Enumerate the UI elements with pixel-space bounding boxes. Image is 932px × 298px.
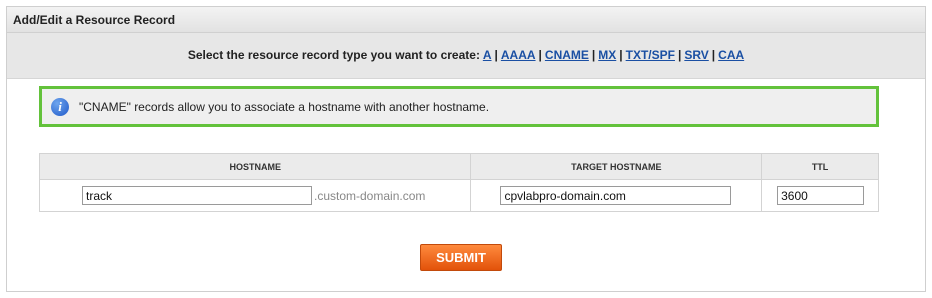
target-hostname-input[interactable] [500, 186, 732, 205]
hostname-cell: .custom-domain.com [38, 179, 472, 212]
type-prompt: Select the resource record type you want… [187, 48, 480, 62]
hostname-suffix: .custom-domain.com [314, 189, 426, 203]
type-link-cname[interactable]: CNAME [545, 48, 589, 62]
type-link-a[interactable]: A [483, 48, 492, 62]
record-type-selector: Select the resource record type you want… [7, 33, 925, 79]
type-link-srv[interactable]: SRV [684, 48, 708, 62]
table-header-row: HOSTNAME TARGET HOSTNAME TTL [38, 153, 879, 180]
type-link-caa[interactable]: CAA [718, 48, 744, 62]
separator: | [711, 48, 716, 62]
separator: | [619, 48, 623, 62]
ttl-header: TTL [761, 153, 879, 180]
target-hostname-header: TARGET HOSTNAME [470, 153, 763, 180]
info-text: "CNAME" records allow you to associate a… [79, 100, 490, 114]
panel-title: Add/Edit a Resource Record [7, 7, 925, 33]
type-link-txt-spf[interactable]: TXT/SPF [626, 48, 675, 62]
separator: | [591, 48, 596, 62]
ttl-cell [761, 179, 879, 212]
hostname-input[interactable] [82, 186, 312, 205]
record-table: HOSTNAME TARGET HOSTNAME TTL .custom-dom… [38, 153, 879, 212]
type-link-aaaa[interactable]: AAAA [501, 48, 536, 62]
separator: | [494, 48, 498, 62]
info-icon: i [51, 98, 69, 116]
table-row: .custom-domain.com [38, 179, 879, 212]
separator: | [677, 48, 682, 62]
type-link-mx[interactable]: MX [598, 48, 616, 62]
separator: | [538, 48, 542, 62]
ttl-input[interactable] [777, 186, 865, 205]
hostname-header: HOSTNAME [38, 153, 472, 180]
submit-button[interactable]: SUBMIT [420, 244, 502, 271]
cname-info-box: i "CNAME" records allow you to associate… [39, 86, 879, 127]
target-hostname-cell [470, 179, 763, 212]
